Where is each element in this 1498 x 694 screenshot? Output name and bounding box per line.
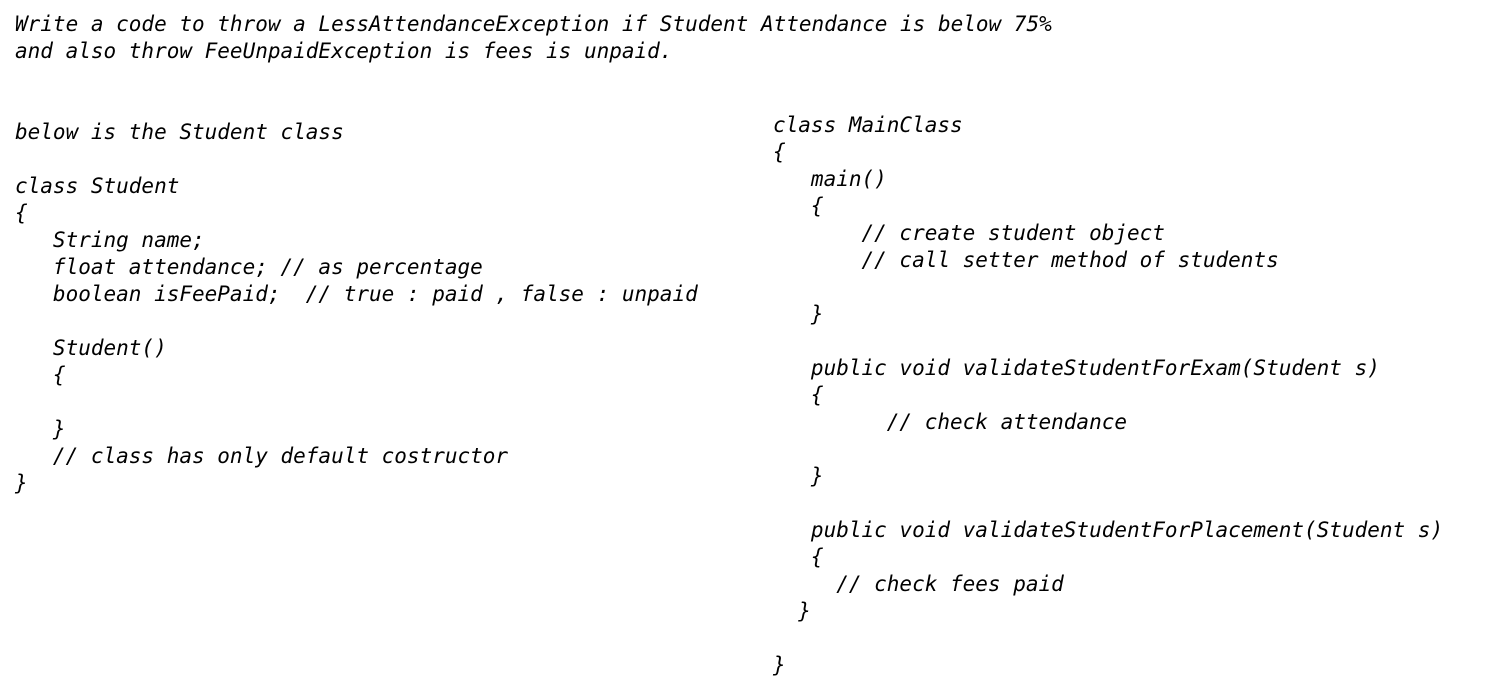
code-line: float attendance; // as percentage (15, 255, 483, 279)
task-line-2: and also throw FeeUnpaidException is fee… (15, 39, 673, 63)
code-line: { (773, 140, 786, 164)
code-line: { (15, 363, 66, 387)
code-line: { (773, 194, 824, 218)
code-line: String name; (15, 228, 205, 252)
code-line: } (773, 302, 824, 326)
code-line: } (773, 599, 811, 623)
code-line: { (15, 201, 28, 225)
code-line: boolean isFeePaid; // true : paid , fals… (15, 282, 698, 306)
code-line: } (773, 464, 824, 488)
code-line: // check fees paid (773, 572, 1064, 596)
code-line: // check attendance (773, 410, 1128, 434)
code-line: } (773, 653, 786, 677)
code-line: // create student object (773, 221, 1165, 245)
student-class-intro: below is the Student class (15, 120, 344, 144)
code-line: { (773, 545, 824, 569)
code-line: // class has only default costructor (15, 444, 509, 468)
code-line: Student() (15, 336, 167, 360)
code-line: // call setter method of students (773, 248, 1279, 272)
code-line: class Student (15, 174, 180, 198)
code-line: public void validateStudentForPlacement(… (773, 518, 1444, 542)
task-line-1: Write a code to throw a LessAttendanceEx… (15, 12, 1052, 36)
code-line: { (773, 383, 824, 407)
code-line: } (15, 471, 28, 495)
code-line: main() (773, 167, 887, 191)
code-line: } (15, 417, 66, 441)
code-line: public void validateStudentForExam(Stude… (773, 356, 1380, 380)
code-line: class MainClass (773, 113, 963, 137)
